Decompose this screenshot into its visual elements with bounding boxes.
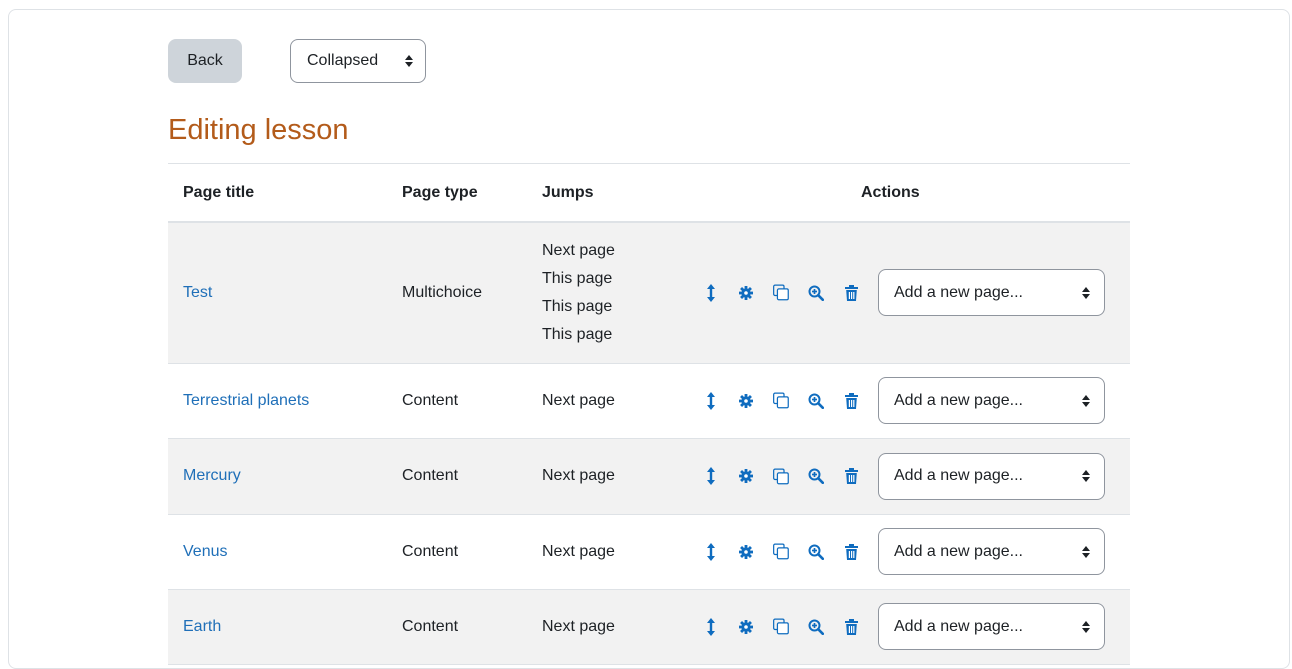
copy-icon[interactable] — [773, 543, 789, 561]
add-new-page-value: Add a new page... — [894, 467, 1023, 484]
select-arrows-icon — [1082, 620, 1090, 633]
copy-icon[interactable] — [773, 618, 789, 636]
page-title-link[interactable]: Test — [183, 284, 212, 301]
view-mode-select[interactable]: Collapsed — [290, 39, 426, 83]
zoom-in-icon[interactable] — [808, 284, 824, 302]
page-title-link[interactable]: Venus — [183, 543, 227, 560]
page-title-cell: Venus — [168, 514, 387, 590]
table-header-row: Page title Page type Jumps Actions — [168, 163, 1130, 223]
select-arrows-icon — [405, 55, 413, 67]
add-new-page-value: Add a new page... — [894, 542, 1023, 560]
jumps-cell: Next page — [527, 438, 688, 515]
gear-icon[interactable] — [738, 467, 754, 485]
actions-cell: Add a new page... — [688, 589, 1130, 665]
jumps-cell: Next page — [527, 589, 688, 665]
page-type-cell: Content — [387, 589, 527, 665]
add-new-page-select[interactable]: Add a new page... — [878, 269, 1105, 317]
add-new-page-select[interactable]: Add a new page... — [878, 377, 1105, 424]
select-arrows-icon — [1082, 470, 1090, 482]
back-button[interactable]: Back — [168, 39, 242, 83]
actions-cell: Add a new page... — [688, 514, 1130, 590]
actions-cell: Add a new page... — [688, 222, 1130, 364]
gear-icon[interactable] — [738, 543, 754, 561]
page-title-link[interactable]: Earth — [183, 618, 221, 635]
page-type-cell: Content — [387, 438, 527, 515]
toolbar: Back Collapsed — [168, 39, 426, 83]
header-page-title: Page title — [168, 163, 387, 223]
move-icon[interactable] — [703, 391, 719, 410]
add-new-page-select[interactable]: Add a new page... — [878, 603, 1105, 650]
table-row: Venus Content Next page Add a new page..… — [168, 514, 1130, 590]
page-type-cell: Content — [387, 514, 527, 590]
add-new-page-value: Add a new page... — [894, 283, 1023, 301]
table-row: Terrestrial planets Content Next page Ad… — [168, 363, 1130, 439]
zoom-in-icon[interactable] — [808, 543, 824, 561]
trash-icon[interactable] — [843, 284, 859, 302]
jump-target: This page — [542, 325, 613, 343]
move-icon[interactable] — [703, 542, 719, 561]
jumps-cell: Next page — [527, 514, 688, 590]
select-arrows-icon — [1082, 394, 1090, 407]
jump-target: Next page — [542, 617, 615, 635]
zoom-in-icon[interactable] — [808, 392, 824, 410]
page-title-cell: Earth — [168, 589, 387, 665]
gear-icon[interactable] — [738, 284, 754, 302]
page-title-link[interactable]: Mercury — [183, 467, 241, 484]
trash-icon[interactable] — [843, 618, 859, 636]
add-new-page-select[interactable]: Add a new page... — [878, 452, 1105, 500]
jump-target: This page — [542, 297, 613, 315]
actions-cell: Add a new page... — [688, 363, 1130, 439]
trash-icon[interactable] — [843, 467, 859, 485]
page-title-link[interactable]: Terrestrial planets — [183, 392, 309, 409]
jump-target: Next page — [542, 391, 615, 409]
zoom-in-icon[interactable] — [808, 467, 824, 485]
copy-icon[interactable] — [773, 284, 789, 302]
jumps-cell: Next page — [527, 363, 688, 439]
gear-icon[interactable] — [738, 618, 754, 636]
gear-icon[interactable] — [738, 392, 754, 410]
copy-icon[interactable] — [773, 467, 789, 485]
select-arrows-icon — [1082, 286, 1090, 299]
add-new-page-value: Add a new page... — [894, 617, 1023, 635]
actions-cell: Add a new page... — [688, 438, 1130, 515]
table-row: Mercury Content Next page Add a new page… — [168, 438, 1130, 515]
page-title-cell: Mercury — [168, 438, 387, 515]
trash-icon[interactable] — [843, 392, 859, 410]
table-row: Earth Content Next page Add a new page..… — [168, 589, 1130, 665]
zoom-in-icon[interactable] — [808, 618, 824, 636]
jump-target: Next page — [542, 542, 615, 560]
move-icon[interactable] — [703, 283, 719, 302]
jumps-cell: Next page This page This page This page — [527, 222, 688, 364]
page-title: Editing lesson — [168, 114, 349, 146]
jump-target: This page — [542, 269, 613, 287]
jump-target: Next page — [542, 467, 615, 484]
add-new-page-select[interactable]: Add a new page... — [878, 528, 1105, 575]
table-row: Test Multichoice Next page This page This … — [168, 222, 1130, 364]
copy-icon[interactable] — [773, 392, 789, 410]
header-actions: Actions — [688, 163, 1130, 223]
view-mode-value: Collapsed — [307, 52, 379, 69]
page-title-cell: Terrestrial planets — [168, 363, 387, 439]
move-icon[interactable] — [703, 617, 719, 636]
jump-target: Next page — [542, 241, 615, 259]
header-jumps: Jumps — [527, 163, 688, 223]
add-new-page-value: Add a new page... — [894, 391, 1023, 409]
trash-icon[interactable] — [843, 543, 859, 561]
page-type-cell: Multichoice — [387, 222, 527, 364]
page-title-cell: Test — [168, 222, 387, 364]
move-icon[interactable] — [703, 467, 719, 485]
header-page-type: Page type — [387, 163, 527, 223]
select-arrows-icon — [1082, 545, 1090, 558]
lesson-pages-table: Page title Page type Jumps Actions Test … — [168, 163, 1130, 665]
page-type-cell: Content — [387, 363, 527, 439]
